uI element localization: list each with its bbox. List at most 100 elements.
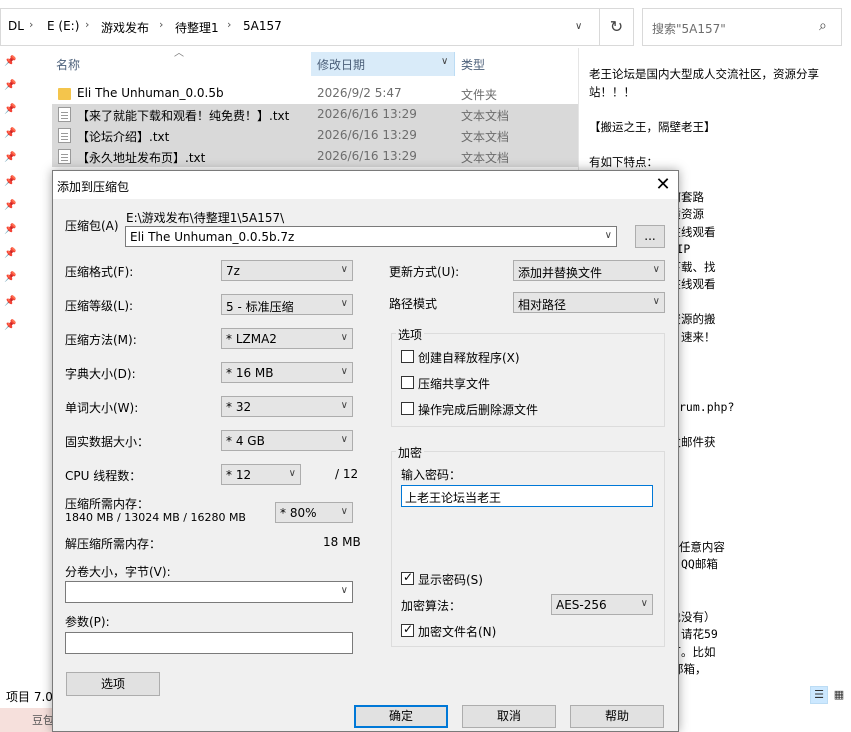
- breadcrumb-dl[interactable]: DL: [8, 19, 24, 33]
- chevron-down-icon[interactable]: ∨: [575, 21, 582, 32]
- method-label: 压缩方法(M):: [65, 333, 137, 347]
- file-row[interactable]: 【永久地址发布页】.txt 2026/6/16 13:29 文本文档: [52, 146, 578, 167]
- dialog-titlebar[interactable]: 添加到压缩包 ✕: [53, 171, 678, 199]
- update-mode-label: 更新方式(U):: [389, 265, 460, 279]
- solid-select[interactable]: * 4 GB ∨: [221, 430, 353, 451]
- chevron-right-icon: ›: [29, 18, 34, 31]
- close-icon[interactable]: ✕: [651, 173, 675, 197]
- decompress-memory-label: 解压缩所需内存：: [65, 537, 162, 551]
- chevron-down-icon: ∨: [340, 506, 348, 517]
- path-mode-label: 路径模式: [389, 297, 438, 311]
- sort-up-icon: ︿: [174, 48, 184, 59]
- view-buttons: ☰ ▦: [810, 686, 848, 706]
- chevron-down-icon: ∨: [640, 598, 648, 609]
- solid-label: 固实数据大小：: [65, 435, 150, 449]
- archive-path: E:\游戏发布\待整理1\5A157\: [126, 211, 285, 225]
- text-file-icon: [58, 128, 71, 143]
- password-label: 输入密码：: [401, 468, 462, 482]
- format-select[interactable]: 7z ∨: [221, 260, 353, 281]
- search-input[interactable]: 搜索"5A157" ⌕: [642, 8, 842, 46]
- compress-shared-checkbox[interactable]: 压缩共享文件: [401, 375, 621, 391]
- pin-icon: 📌: [4, 296, 17, 307]
- chevron-down-icon: ∨: [340, 298, 348, 309]
- threads-label: CPU 线程数：: [65, 469, 142, 483]
- chevron-down-icon[interactable]: ∨: [605, 230, 612, 241]
- dict-label: 字典大小(D):: [65, 367, 136, 381]
- chevron-down-icon: ∨: [288, 468, 296, 479]
- method-select[interactable]: * LZMA2 ∨: [221, 328, 353, 349]
- volume-label: 分卷大小，字节(V):: [65, 565, 171, 579]
- breadcrumb-drive-e[interactable]: E (E:): [47, 19, 79, 33]
- chevron-down-icon: ∨: [340, 264, 348, 275]
- path-mode-select[interactable]: 相对路径 ∨: [513, 292, 665, 313]
- chevron-down-icon[interactable]: ∨: [441, 56, 448, 67]
- text-file-icon: [58, 149, 71, 164]
- status-item-count: 项目 7.0: [6, 690, 53, 704]
- address-bar[interactable]: DL › E (E:) › 游戏发布 › 待整理1 › 5A157 ∨: [0, 8, 600, 46]
- breadcrumb-5a157[interactable]: 5A157: [243, 19, 282, 33]
- navigation-pane: 📌 📌 📌 📌 📌 📌 📌 📌 📌 📌 📌 📌: [0, 48, 20, 648]
- chevron-down-icon: ∨: [340, 434, 348, 445]
- chevron-down-icon: ∨: [340, 400, 348, 411]
- breadcrumb-game-release[interactable]: 游戏发布: [101, 19, 149, 36]
- password-input[interactable]: 上老王论坛当老王: [401, 485, 653, 507]
- pin-icon: 📌: [4, 56, 17, 67]
- encrypt-names-checkbox[interactable]: 加密文件名(N): [401, 622, 601, 639]
- encryption-group-title: 加密: [396, 444, 425, 461]
- volume-size-combo[interactable]: ∨: [65, 581, 353, 603]
- dict-select[interactable]: * 16 MB ∨: [221, 362, 353, 383]
- level-select[interactable]: 5 - 标准压缩 ∨: [221, 294, 353, 315]
- memory-value: 1840 MB / 13024 MB / 16280 MB: [65, 511, 246, 524]
- ok-button[interactable]: 确定: [354, 705, 448, 728]
- pin-icon: 📌: [4, 200, 17, 211]
- show-password-checkbox[interactable]: 显示密码(S): [401, 570, 601, 587]
- refresh-icon[interactable]: ↻: [600, 8, 634, 46]
- options-button[interactable]: 选项: [66, 672, 160, 696]
- details-view-icon[interactable]: ☰: [810, 686, 828, 704]
- threads-total: / 12: [335, 467, 359, 481]
- params-input[interactable]: [65, 632, 353, 654]
- cancel-button[interactable]: 取消: [462, 705, 556, 728]
- threads-select[interactable]: * 12 ∨: [221, 464, 301, 485]
- update-mode-select[interactable]: 添加并替换文件 ∨: [513, 260, 665, 281]
- chevron-down-icon[interactable]: ∨: [341, 585, 348, 596]
- text-file-icon: [58, 107, 71, 122]
- pin-icon: 📌: [4, 248, 17, 259]
- chevron-down-icon: ∨: [652, 296, 660, 307]
- params-label: 参数(P):: [65, 615, 110, 629]
- delete-after-checkbox[interactable]: 操作完成后删除源文件: [401, 401, 621, 417]
- level-label: 压缩等级(L):: [65, 299, 134, 313]
- pin-icon: 📌: [4, 320, 17, 331]
- taskbar-item[interactable]: 豆包: [0, 708, 60, 732]
- help-button[interactable]: 帮助: [570, 705, 664, 728]
- memory-label: 压缩所需内存：: [65, 497, 150, 511]
- archive-name-combo[interactable]: Eli The Unhuman_0.0.5b.7z ∨: [125, 226, 617, 247]
- pin-icon: 📌: [4, 104, 17, 115]
- format-label: 压缩格式(F):: [65, 265, 134, 279]
- file-row[interactable]: 【来了就能下载和观看！纯免费！】.txt 2026/6/16 13:29 文本文…: [52, 104, 578, 125]
- folder-icon: [58, 88, 71, 100]
- pin-icon: 📌: [4, 80, 17, 91]
- browse-button[interactable]: ...: [635, 225, 665, 248]
- pin-icon: 📌: [4, 176, 17, 187]
- pin-icon: 📌: [4, 272, 17, 283]
- column-header-date[interactable]: 修改日期 ∨: [311, 52, 455, 76]
- encryption-method-label: 加密算法：: [401, 599, 462, 613]
- pin-icon: 📌: [4, 224, 17, 235]
- chevron-right-icon: ›: [85, 18, 90, 31]
- encryption-method-select[interactable]: AES-256 ∨: [551, 594, 653, 615]
- archive-label: 压缩包(A): [65, 219, 119, 233]
- memory-percent-select[interactable]: * 80% ∨: [275, 502, 353, 523]
- word-label: 单词大小(W):: [65, 401, 139, 415]
- file-row[interactable]: 【论坛介绍】.txt 2026/6/16 13:29 文本文档: [52, 125, 578, 146]
- breadcrumb-pending[interactable]: 待整理1: [175, 19, 219, 36]
- file-row[interactable]: Eli The Unhuman_0.0.5b 2026/9/2 5:47 文件夹: [52, 83, 578, 104]
- dialog-title: 添加到压缩包: [57, 180, 130, 194]
- chevron-down-icon: ∨: [340, 332, 348, 343]
- add-to-archive-dialog: 添加到压缩包 ✕ 压缩包(A) E:\游戏发布\待整理1\5A157\ Eli …: [52, 170, 679, 732]
- pin-icon: 📌: [4, 152, 17, 163]
- create-sfx-checkbox[interactable]: 创建自释放程序(X): [401, 349, 621, 365]
- large-icons-view-icon[interactable]: ▦: [830, 686, 848, 704]
- chevron-right-icon: ›: [159, 18, 164, 31]
- word-select[interactable]: * 32 ∨: [221, 396, 353, 417]
